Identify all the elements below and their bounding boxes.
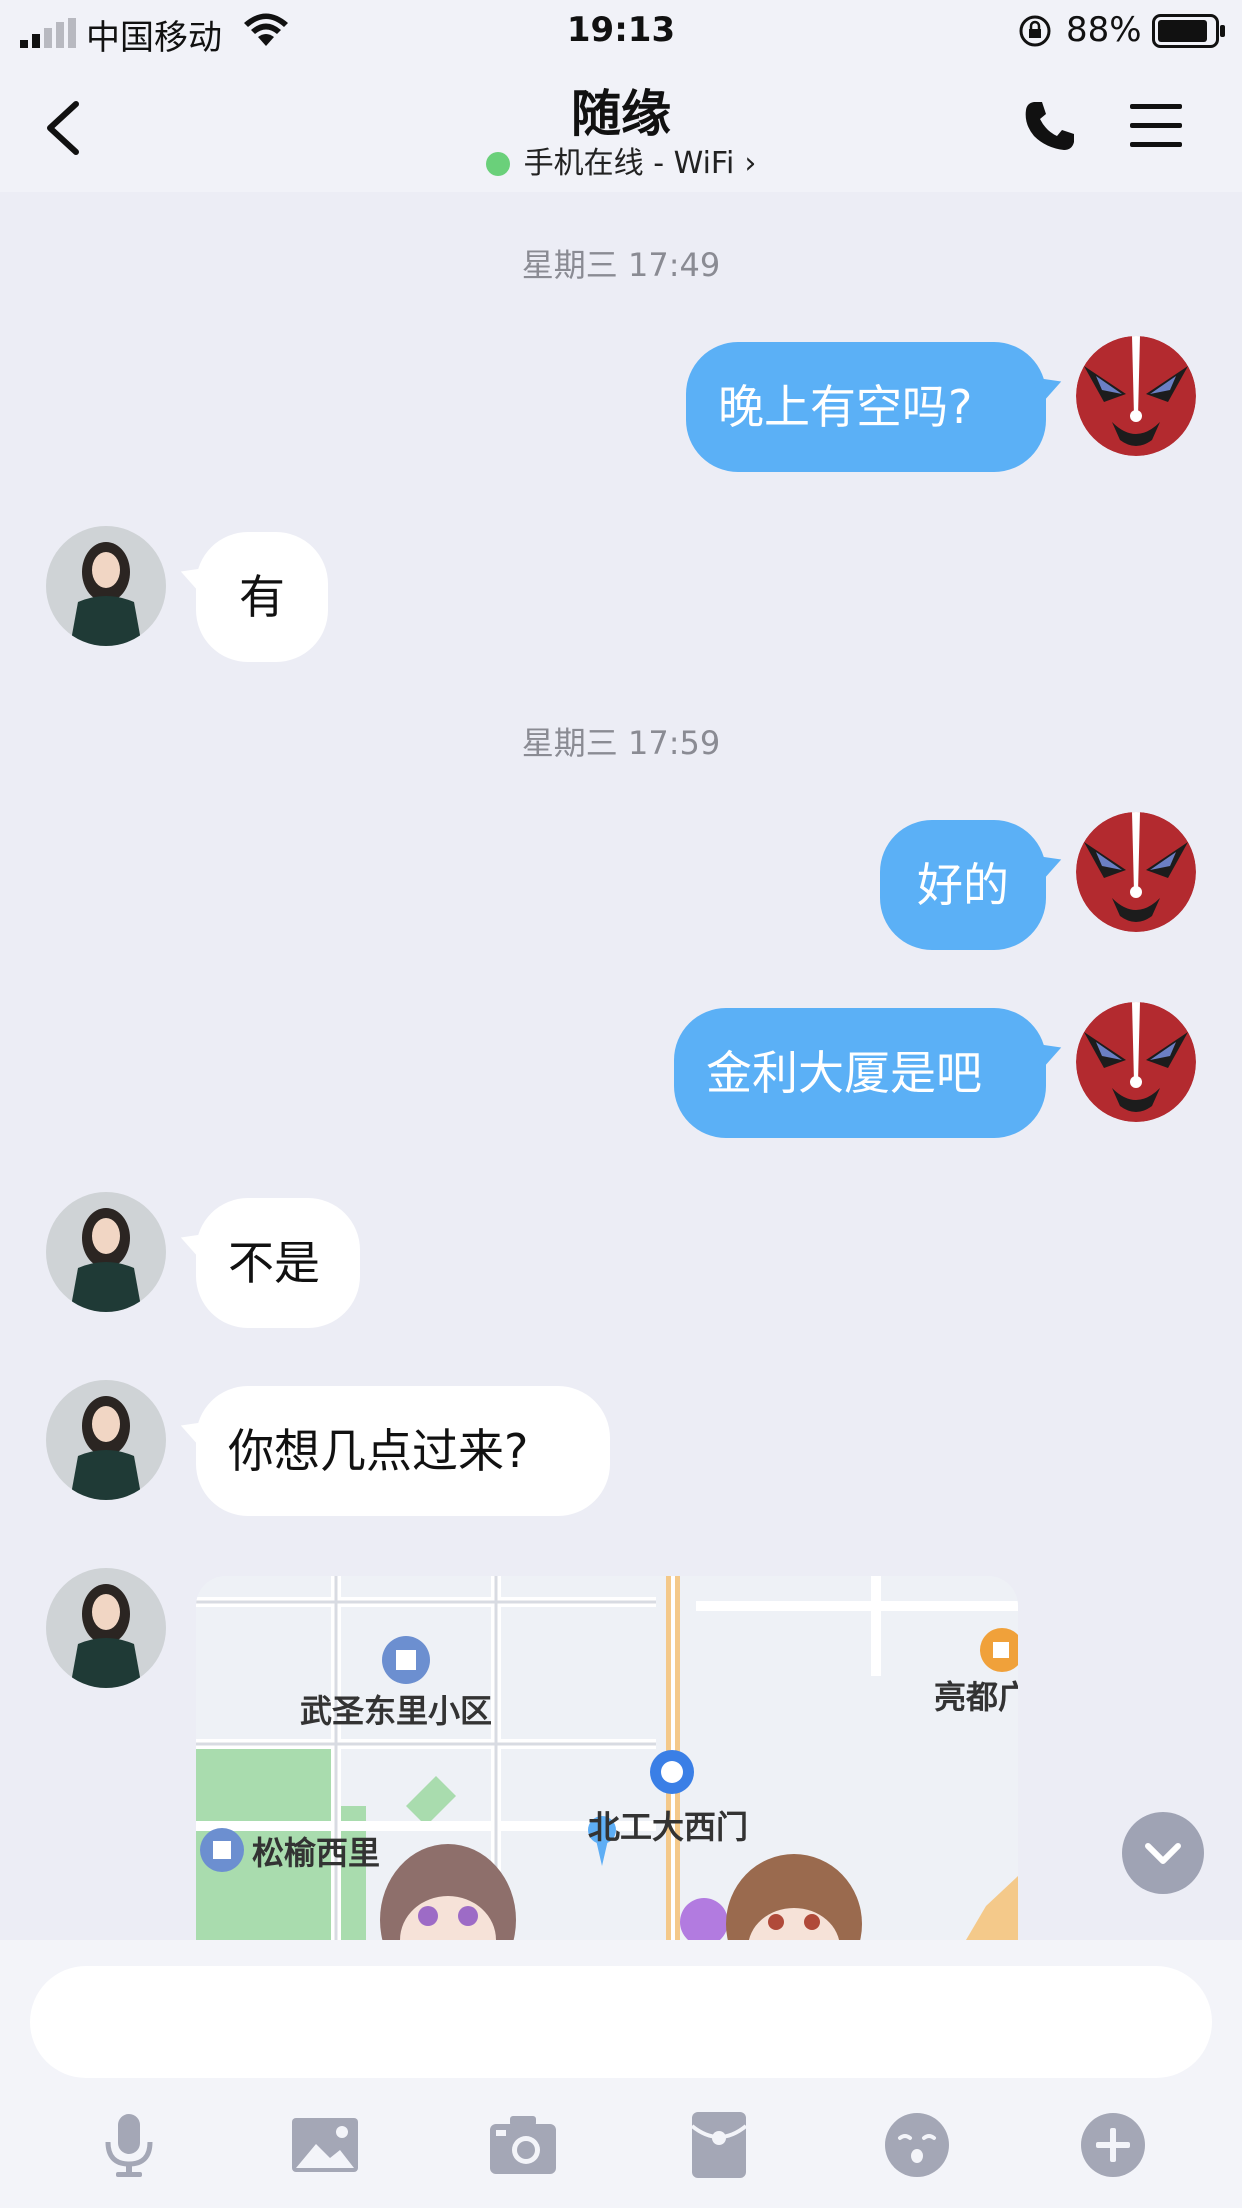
map-label: 北工大西门 [588,1808,749,1846]
message-bubble-received[interactable]: 你想几点过来? [196,1386,610,1516]
online-status-text: 手机在线 - WiFi [523,146,735,181]
online-indicator-icon [485,152,510,176]
map-label: 松榆西里 [252,1834,381,1872]
my-avatar[interactable] [1076,812,1196,932]
map-background [196,1576,1018,1940]
red-packet-icon[interactable] [684,2110,754,2180]
chat-header: 随缘 手机在线 - WiFi › [0,62,1242,192]
battery-percent: 88% [1066,10,1142,50]
battery-icon [1152,14,1225,48]
location-map-card[interactable]: 武圣东里小区 亮都广 松榆西里 北工大西门 [196,1576,1018,1940]
chevron-down-icon [1145,1843,1181,1864]
microphone-icon[interactable] [94,2110,164,2180]
emoji-icon[interactable] [882,2110,952,2180]
menu-icon[interactable] [1128,100,1184,152]
camera-icon[interactable] [488,2110,558,2180]
message-bubble-received[interactable]: 不是 [196,1198,360,1328]
map-label: 武圣东里小区 [300,1692,493,1730]
message-timestamp: 星期三 17:59 [521,724,721,762]
contact-avatar[interactable] [46,1192,166,1312]
phone-call-icon[interactable] [1022,98,1078,154]
my-avatar[interactable] [1076,336,1196,456]
contact-avatar[interactable] [46,526,166,646]
contact-avatar[interactable] [46,1568,166,1688]
plus-icon[interactable] [1078,2110,1148,2180]
chevron-right-icon: › [744,146,757,181]
rotation-lock-icon [1019,15,1051,47]
contact-avatar[interactable] [46,1380,166,1500]
status-bar: 中国移动 19:13 88% [0,0,1242,62]
message-bubble-sent[interactable]: 好的 [880,820,1046,950]
my-avatar[interactable] [1076,1002,1196,1122]
input-area [0,1940,1242,2208]
message-input[interactable] [30,1966,1212,2078]
clock: 19:13 [566,10,676,50]
scroll-to-bottom-button[interactable] [1122,1812,1204,1894]
message-bubble-sent[interactable]: 金利大厦是吧 [674,1008,1046,1138]
message-bubble-sent[interactable]: 晚上有空吗? [686,342,1046,472]
message-timestamp: 星期三 17:49 [521,246,721,284]
image-icon[interactable] [290,2110,360,2180]
message-bubble-received[interactable]: 有 [196,532,328,662]
map-label: 亮都广 [934,1678,1018,1716]
